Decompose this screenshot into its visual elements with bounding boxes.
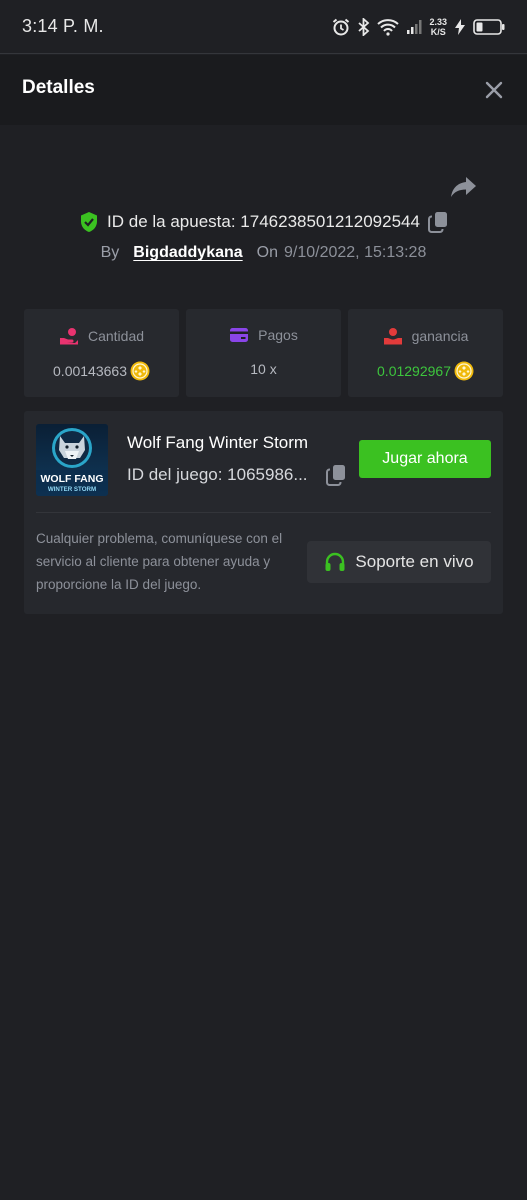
coin-icon [130, 361, 150, 381]
alarm-icon [333, 18, 350, 36]
card-divider [36, 512, 491, 513]
stat-payout-value: 10 x [250, 361, 277, 377]
wolf-artwork: WOLF FANG WINTER STORM [36, 424, 108, 496]
game-id: ID del juego: 1065986... [127, 465, 308, 484]
game-name: Wolf Fang Winter Storm [127, 433, 309, 452]
thumb-subtitle: WINTER STORM [48, 486, 96, 493]
status-bar: 3:14 P. M. 2.33 K/S [0, 0, 527, 54]
close-icon[interactable] [483, 79, 505, 101]
stat-amount-label: Cantidad [87, 328, 145, 344]
game-card: WOLF FANG WINTER STORM Wolf Fang Winter … [24, 411, 503, 614]
network-speed: 2.33 K/S [429, 17, 447, 37]
bluetooth-icon [358, 18, 370, 36]
live-support-button[interactable]: Soporte en vivo [307, 541, 491, 583]
profit-icon [383, 328, 402, 345]
bet-meta-row: By Bigdaddykana On 9/10/2022, 15:13:28 [0, 240, 527, 266]
cellular-signal-icon [407, 20, 422, 34]
support-help-text: Cualquier problema, comuníquese con el s… [36, 531, 283, 592]
share-icon[interactable] [450, 175, 478, 199]
card-icon [230, 328, 249, 342]
bet-datetime: 9/10/2022, 15:13:28 [284, 244, 427, 261]
stat-payout: Pagos 10 x [186, 309, 341, 397]
bet-id-row: ID de la apuesta: 1746238501212092544 [0, 208, 527, 236]
by-label: By [100, 244, 120, 261]
headphones-icon [325, 552, 345, 571]
username-link[interactable]: Bigdaddykana [133, 244, 242, 262]
battery-icon [473, 19, 505, 35]
shield-check-icon [81, 212, 98, 232]
wifi-icon [377, 19, 400, 36]
stat-profit-label: ganancia [411, 328, 469, 344]
bet-stats: Cantidad 0.00143663 Pagos 10 x ganancia … [24, 309, 503, 397]
copy-bet-id-icon[interactable] [427, 211, 448, 233]
details-header: Detalles [0, 55, 527, 125]
charging-icon [455, 19, 465, 35]
stat-amount-value: 0.00143663 [53, 363, 127, 379]
network-speed-value: 2.33 [429, 17, 447, 27]
stat-profit-value: 0.01292967 [377, 363, 451, 379]
status-icons: 2.33 K/S [331, 14, 505, 40]
game-thumbnail[interactable]: WOLF FANG WINTER STORM [36, 424, 108, 496]
live-support-label: Soporte en vivo [355, 552, 474, 571]
stat-amount: Cantidad 0.00143663 [24, 309, 179, 397]
on-label: On [256, 244, 278, 261]
coin-icon [454, 361, 474, 381]
status-time: 3:14 P. M. [22, 16, 104, 36]
hand-coins-icon [59, 328, 78, 345]
thumb-title: WOLF FANG [41, 473, 104, 485]
copy-game-id-icon[interactable] [326, 464, 346, 486]
stat-payout-label: Pagos [258, 327, 298, 343]
page-title: Detalles [22, 77, 95, 98]
bet-id: ID de la apuesta: 1746238501212092544 [107, 212, 420, 231]
play-now-button[interactable]: Jugar ahora [359, 440, 491, 478]
stat-profit: ganancia 0.01292967 [348, 309, 503, 397]
network-speed-unit: K/S [430, 27, 446, 37]
